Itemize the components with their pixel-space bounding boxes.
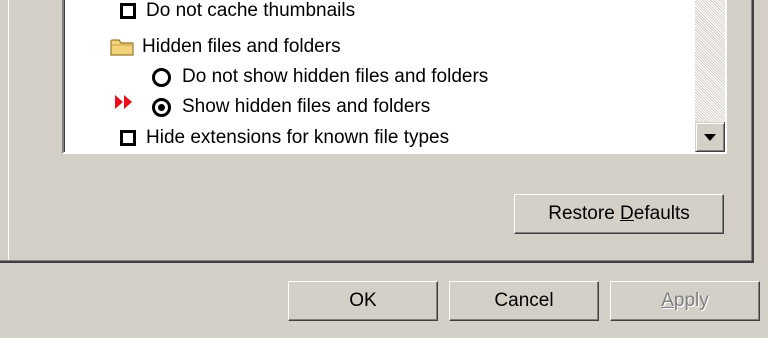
cancel-label: Cancel — [494, 290, 554, 311]
vertical-scrollbar[interactable] — [695, 0, 725, 152]
list-item-label: Do not show hidden files and folders — [182, 66, 489, 87]
scroll-down-button[interactable] — [695, 122, 725, 152]
tab-page-panel: Do not cache thumbnails Hidden files and… — [0, 0, 754, 263]
list-item-label: Show hidden files and folders — [182, 96, 431, 117]
ok-label: OK — [349, 290, 377, 311]
list-item-hidden-files-group: Hidden files and folders — [110, 32, 341, 62]
list-item-show-hidden[interactable]: Show hidden files and folders — [152, 92, 430, 122]
radio-button-selected[interactable] — [152, 97, 171, 117]
list-item-hide-extensions[interactable]: Hide extensions for known file types — [120, 123, 450, 152]
list-item-label: Hide extensions for known file types — [146, 127, 450, 148]
apply-label: Apply — [661, 290, 709, 311]
list-item-do-not-show-hidden[interactable]: Do not show hidden files and folders — [152, 62, 488, 92]
checkbox[interactable] — [120, 130, 136, 146]
chevron-down-icon — [704, 133, 716, 141]
list-item-label: Hidden files and folders — [142, 36, 341, 57]
folder-icon — [110, 37, 135, 57]
restore-defaults-button[interactable]: Restore Defaults — [514, 194, 724, 234]
list-item-label: Do not cache thumbnails — [146, 0, 356, 21]
radio-button[interactable] — [152, 67, 171, 87]
advanced-settings-list[interactable]: Do not cache thumbnails Hidden files and… — [62, 0, 727, 154]
selection-arrow-icon — [110, 92, 140, 112]
checkbox[interactable] — [120, 3, 136, 19]
cancel-button[interactable]: Cancel — [449, 281, 599, 321]
ok-button[interactable]: OK — [288, 281, 438, 321]
list-item-do-not-cache-thumbnails[interactable]: Do not cache thumbnails — [120, 0, 355, 26]
restore-defaults-label: Restore Defaults — [548, 203, 690, 224]
apply-button[interactable]: Apply — [610, 281, 760, 321]
